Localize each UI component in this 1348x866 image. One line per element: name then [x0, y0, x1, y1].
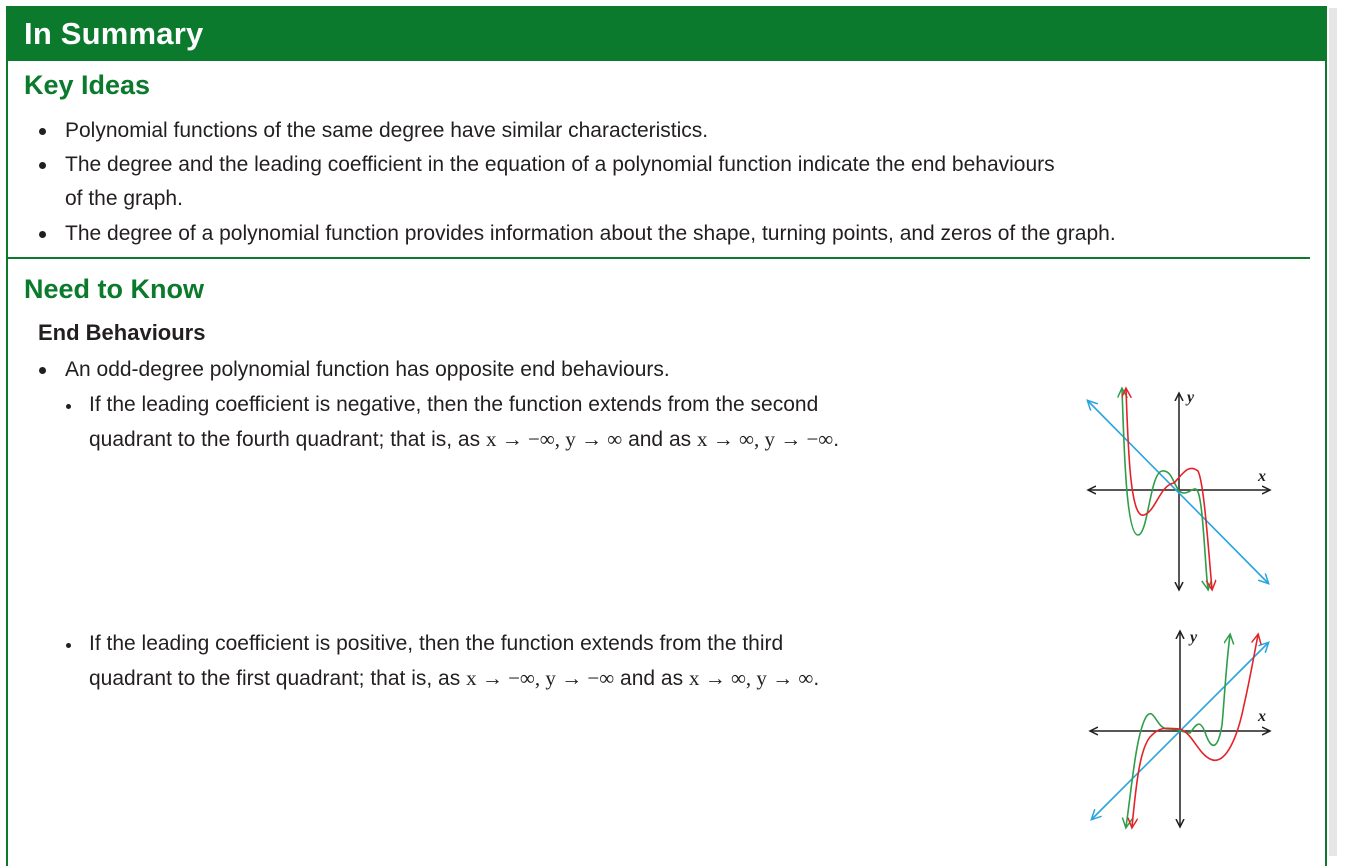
period: .	[813, 667, 820, 690]
negative-end-behaviour-graph: y x	[1080, 385, 1280, 600]
line2-text: quadrant to the first quadrant; that is,…	[89, 667, 467, 690]
section-divider	[8, 257, 1310, 259]
positive-end-behaviour-graph: y x	[1080, 629, 1280, 835]
need-to-know-heading: Need to Know	[24, 274, 204, 304]
banner-title: In Summary	[24, 16, 204, 51]
summary-banner: In Summary	[6, 6, 1327, 61]
end-behaviour-right: x → ∞, y → −∞	[696, 427, 834, 451]
y-axis-label: y	[1185, 389, 1195, 406]
sub-bullet-dot	[66, 643, 71, 648]
negative-coefficient-line1: If the leading coefficient is negative, …	[89, 393, 819, 416]
positive-coefficient-line1: If the leading coefficient is positive, …	[89, 632, 784, 655]
line2-text: quadrant to the fourth quadrant; that is…	[89, 428, 486, 451]
key-ideas-heading: Key Ideas	[24, 70, 151, 100]
key-idea-text-continued: of the graph.	[65, 187, 183, 210]
connector-text: and as	[622, 428, 697, 451]
end-behaviour-right: x → ∞, y → ∞	[688, 666, 814, 690]
bullet-dot	[39, 162, 46, 169]
x-axis-label: x	[1257, 468, 1266, 485]
connector-text: and as	[614, 667, 689, 690]
key-idea-text: The degree and the leading coefficient i…	[65, 153, 1055, 176]
odd-degree-text: An odd-degree polynomial function has op…	[65, 358, 670, 381]
end-behaviours-subheading: End Behaviours	[38, 320, 206, 345]
period: .	[833, 428, 840, 451]
bullet-dot	[39, 128, 46, 135]
key-idea-text: The degree of a polynomial function prov…	[65, 222, 1116, 245]
cubic-function-curve	[1126, 389, 1212, 589]
negative-coefficient-line2: quadrant to the fourth quadrant; that is…	[89, 422, 839, 457]
sub-bullet-dot	[66, 404, 71, 409]
y-axis-label: y	[1188, 629, 1198, 646]
linear-function-line	[1088, 401, 1268, 583]
page-shadow	[1329, 8, 1337, 856]
bullet-dot	[39, 231, 46, 238]
key-idea-text: Polynomial functions of the same degree …	[65, 119, 709, 142]
end-behaviour-left: x → −∞, y → ∞	[485, 427, 623, 451]
x-axis-label: x	[1257, 708, 1266, 725]
bullet-dot	[39, 367, 46, 374]
positive-coefficient-line2: quadrant to the first quadrant; that is,…	[89, 661, 819, 696]
end-behaviour-left: x → −∞, y → −∞	[466, 666, 615, 690]
